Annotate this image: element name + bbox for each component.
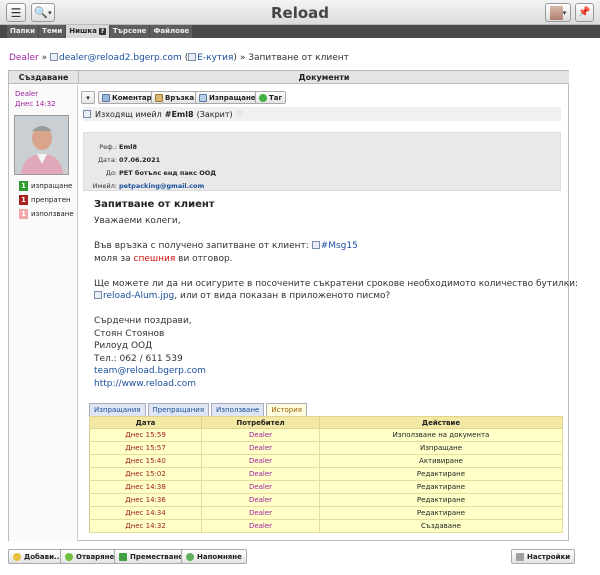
tab-forwardings[interactable]: Препращания — [147, 403, 210, 416]
history-tabs: Изпращания Препращания Използване Истори… — [89, 403, 308, 416]
msg-link[interactable]: #Msg15 — [321, 241, 358, 251]
tab-folders[interactable]: Папки — [7, 25, 39, 38]
attachment-link[interactable]: reload-Alum.jpg — [103, 291, 174, 301]
nav-tabs: Папки Теми Нишка? Търсене Файлове — [0, 25, 600, 38]
stat-forwarded[interactable]: 1 препратен — [19, 195, 71, 205]
document-header: Изходящ имейл #Eml8 (Закрит) ♡ — [83, 107, 561, 121]
app-title: Reload — [270, 4, 330, 22]
avatar — [14, 115, 69, 175]
add-button[interactable]: Добави... — [8, 549, 67, 564]
document-ref[interactable]: #Eml8 — [165, 110, 194, 119]
table-row: Днес 14:32 Dealer Създаване — [89, 519, 563, 533]
meta-ref: Eml8 — [119, 143, 137, 151]
breadcrumb-user[interactable]: Dealer — [9, 53, 39, 63]
link-icon — [155, 93, 163, 102]
tab-sendings[interactable]: Изпращания — [89, 403, 146, 416]
tab-search[interactable]: Търсене — [109, 25, 150, 38]
remind-button[interactable]: Напомняне — [181, 549, 247, 564]
send-button[interactable]: Изпращане — [195, 91, 260, 104]
email-body: Уважаеми колеги, Във връзка с получено з… — [94, 216, 579, 389]
tag-button[interactable]: Таг — [255, 91, 287, 104]
top-bar: ☰ 🔍 ▾ Reload ▾ 📌 — [0, 0, 600, 25]
meta-to[interactable]: PET ботълс енд пакс ООД — [119, 169, 216, 177]
table-row: Днес 15:02 Dealer Редактиране — [89, 467, 563, 481]
user-avatar-icon — [549, 5, 563, 20]
stat-usage[interactable]: 1 използване — [19, 209, 74, 219]
signature-web-link[interactable]: http://www.reload.com — [94, 379, 196, 389]
document-column: ▾ Коментар Връзка Изпращане Таг Изходящ … — [79, 85, 579, 541]
urgent-text: спешния — [133, 253, 176, 264]
mailbox-icon — [50, 53, 58, 61]
history-table: Дата Потребител Действие Днес 15:59 Deale… — [89, 416, 563, 533]
tab-topics[interactable]: Теми — [39, 25, 66, 38]
settings-icon — [516, 552, 524, 561]
table-row: Днес 15:40 Dealer Активиране — [89, 454, 563, 468]
tag-icon — [259, 93, 267, 102]
heart-icon[interactable]: ♡ — [236, 110, 243, 119]
open-button[interactable]: Отваряне — [60, 549, 120, 564]
document-status: (Закрит) — [196, 109, 233, 119]
message-icon — [311, 241, 320, 249]
chevron-down-icon: ▾ — [562, 8, 567, 17]
email-subject: Запитване от клиент — [94, 199, 215, 210]
column-header-date: Дата — [89, 416, 202, 429]
author-column: Dealer Днес 14:32 1 изпращане 1 препрате… — [9, 85, 78, 541]
help-icon[interactable]: ? — [98, 28, 106, 35]
tab-files[interactable]: Файлове — [150, 25, 193, 38]
star-icon — [13, 552, 21, 561]
thread-table: Създаване Документи Dealer Днес 14:32 1 … — [8, 70, 579, 541]
pin-icon: 📌 — [578, 7, 591, 18]
chevron-down-icon: ▾ — [86, 93, 90, 102]
tab-thread[interactable]: Нишка? — [66, 25, 109, 38]
column-header-create: Създаване — [9, 71, 79, 84]
send-mail-icon — [199, 93, 207, 102]
pin-button[interactable]: 📌 — [575, 3, 594, 22]
user-menu-button[interactable]: ▾ — [545, 3, 571, 22]
breadcrumb-inbox[interactable]: Е-кутия — [197, 53, 233, 63]
column-header-action: Действие — [319, 416, 563, 429]
table-row: Днес 14:36 Dealer Редактиране — [89, 493, 563, 507]
settings-button[interactable]: Настройки — [511, 549, 576, 564]
author-date: Днес 14:32 — [15, 100, 56, 108]
unlock-icon — [65, 552, 73, 561]
inbox-icon — [188, 53, 197, 61]
comment-button[interactable]: Коментар — [98, 91, 156, 104]
meta-email[interactable]: petpacking@gmail.com — [119, 182, 204, 190]
table-row: Днес 14:38 Dealer Редактиране — [89, 480, 563, 494]
outgoing-mail-icon — [83, 110, 91, 118]
breadcrumb-email[interactable]: dealer@reload2.bgerp.com — [59, 53, 182, 63]
breadcrumb-current: Запитване от клиент — [248, 53, 349, 63]
meta-date: 07.06.2021 — [119, 156, 161, 164]
clock-icon — [186, 552, 194, 561]
comment-icon — [102, 93, 110, 102]
footer-toolbar: Добави... Отваряне Преместване Напомняне… — [0, 545, 600, 575]
tab-usage[interactable]: Използване — [211, 403, 265, 416]
table-row: Днес 14:34 Dealer Редактиране — [89, 506, 563, 520]
move-arrow-icon — [119, 552, 127, 561]
image-file-icon — [94, 291, 102, 299]
more-button[interactable]: ▾ — [81, 91, 95, 104]
signature-email-link[interactable]: team@reload.bgerp.com — [94, 366, 206, 376]
author-name[interactable]: Dealer — [15, 90, 38, 98]
stat-sent[interactable]: 1 изпращане — [19, 181, 72, 191]
table-row: Днес 15:57 Dealer Изпращане — [89, 441, 563, 455]
link-button[interactable]: Връзка — [151, 91, 199, 104]
column-header-documents: Документи — [79, 71, 569, 84]
document-meta: Реф.: Eml8 Дата: 07.06.2021 До: PET ботъ… — [83, 132, 561, 191]
table-row: Днес 15:59 Dealer Използване на документа — [89, 428, 563, 442]
move-button[interactable]: Преместване — [114, 549, 189, 564]
tab-history[interactable]: История — [266, 403, 308, 416]
breadcrumb: Dealer » dealer@reload2.bgerp.com (Е-кут… — [9, 53, 349, 63]
column-header-user: Потребител — [201, 416, 320, 429]
